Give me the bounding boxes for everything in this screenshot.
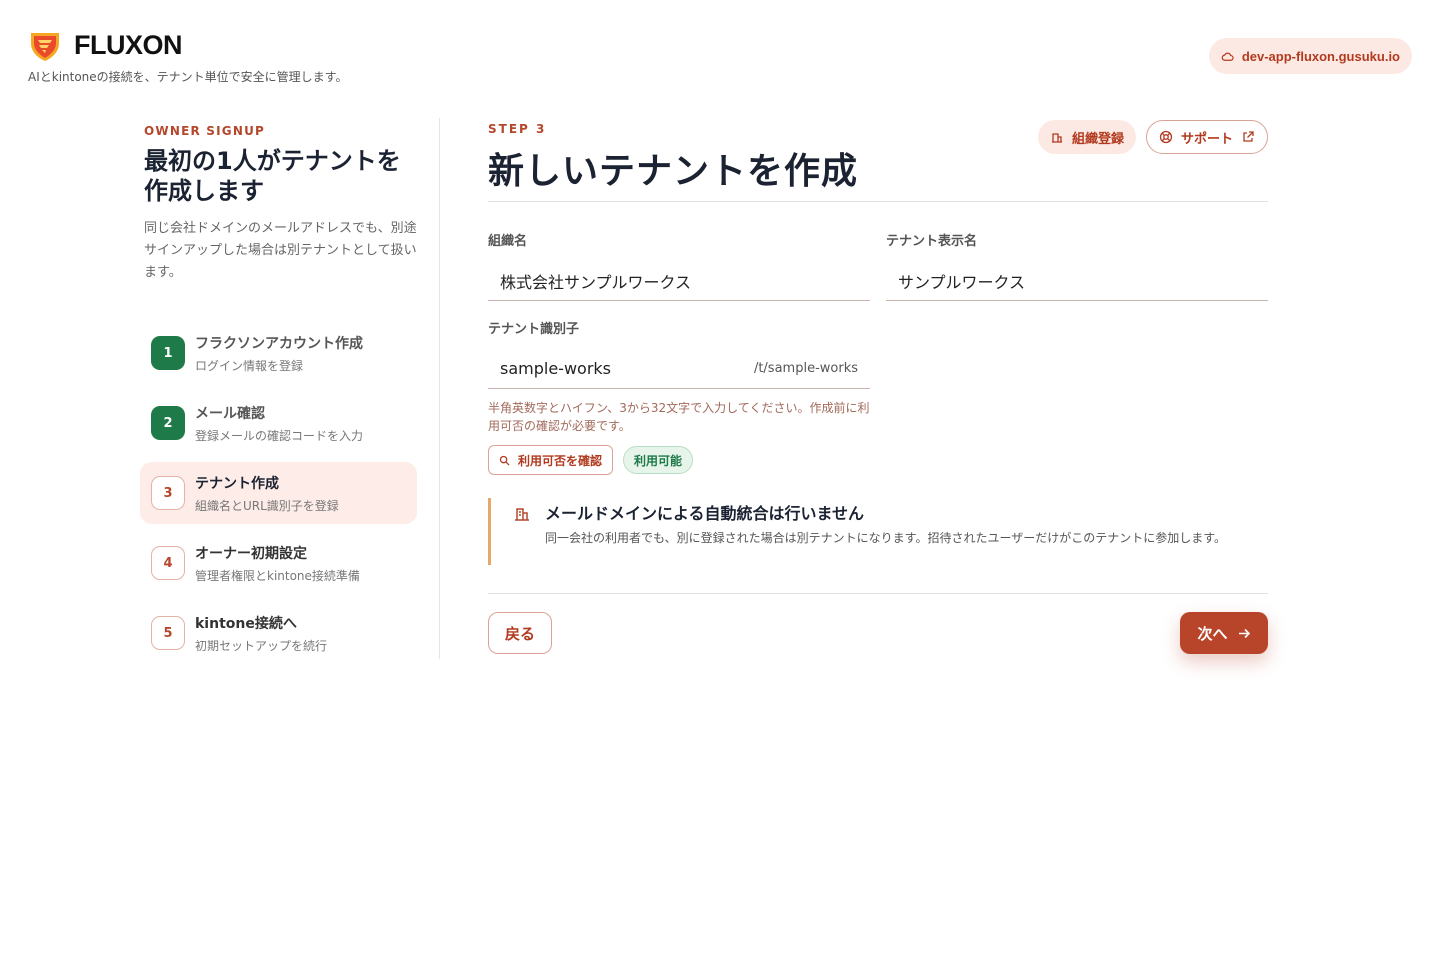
step-subtitle: 管理者権限とkintone接続準備 — [195, 568, 360, 583]
brand-wordmark: FLUXON — [74, 29, 183, 60]
org-register-button[interactable]: 組織登録 — [1037, 120, 1136, 154]
search-icon — [499, 455, 510, 466]
step-title: フラクソンアカウント作成 — [195, 335, 363, 352]
check-availability-label: 利用可否を確認 — [518, 453, 603, 468]
external-link-icon — [1243, 131, 1254, 142]
next-button[interactable]: 次へ — [1180, 612, 1268, 654]
sidebar-eyebrow: OWNER SIGNUP — [144, 124, 266, 138]
step-number: 1 — [151, 336, 185, 370]
org-name-value: 株式会社サンプルワークス — [500, 272, 692, 292]
tenant-id-label: テナント識別子 — [488, 322, 580, 337]
display-name-input[interactable]: サンプルワークス — [886, 261, 1268, 301]
fluxon-logo-icon — [31, 33, 59, 61]
step-number: 2 — [151, 406, 185, 440]
back-button[interactable]: 戻る — [488, 612, 552, 654]
display-name-label: テナント表示名 — [886, 234, 978, 249]
environment-host-pill[interactable]: dev-app-fluxon.gusuku.io — [1208, 38, 1412, 74]
header-divider — [488, 201, 1268, 202]
header-actions: 組織登録 サポート — [1037, 120, 1268, 154]
environment-host-label: dev-app-fluxon.gusuku.io — [1241, 48, 1400, 64]
sidebar-heading-line2: 作成します — [144, 177, 264, 205]
tenant-form-panel: STEP 3 新しいテナントを作成 組織登録 サポート 組織名 株式会社サンプル… — [488, 118, 1268, 654]
support-label: サポート — [1180, 131, 1233, 147]
org-name-field: 組織名 株式会社サンプルワークス — [488, 230, 870, 301]
support-button[interactable]: サポート — [1145, 120, 1268, 154]
domain-merge-notice: メールドメインによる自動統合は行いません 同一会社の利用者でも、別に登録された場… — [488, 498, 1268, 565]
availability-row: 利用可否を確認 利用可能 — [488, 445, 870, 475]
notice-title: メールドメインによる自動統合は行いません — [545, 504, 865, 523]
step-subtitle: 登録メールの確認コードを入力 — [195, 428, 364, 443]
tenant-id-field: テナント識別子 sample-works /t/sample-works 半角英… — [488, 318, 870, 475]
sidebar-heading: 最初の1人がテナントを 作成します — [144, 146, 418, 206]
step-title: kintone接続へ — [195, 615, 297, 632]
step-number: 3 — [151, 476, 185, 510]
org-name-input[interactable]: 株式会社サンプルワークス — [488, 261, 870, 301]
signup-sidebar: OWNER SIGNUP 最初の1人がテナントを 作成します 同じ会社ドメインの… — [140, 124, 418, 653]
availability-status-badge: 利用可能 — [623, 446, 694, 474]
brand: FLUXON AIとkintoneの接続を、テナント単位で安全に管理します。 — [28, 28, 347, 85]
sidebar-description: 同じ会社ドメインのメールアドレスでも、別途サインアップした場合は別テナントとして… — [144, 221, 417, 280]
display-name-value: サンプルワークス — [898, 272, 1026, 292]
check-availability-button[interactable]: 利用可否を確認 — [488, 445, 614, 475]
notice-body: 同一会社の利用者でも、別に登録された場合は別テナントになります。招待されたユーザ… — [545, 531, 1227, 545]
tenant-url-suffix: /t/sample-works — [753, 361, 858, 376]
org-register-label: 組織登録 — [1071, 131, 1124, 147]
cloud-icon — [1221, 52, 1234, 61]
step-number: 4 — [151, 546, 185, 580]
step-title: メール確認 — [195, 405, 265, 422]
tenant-id-input[interactable]: sample-works /t/sample-works — [488, 349, 870, 389]
step-subtitle: 初期セットアップを続行 — [195, 638, 328, 653]
next-label: 次へ — [1197, 624, 1228, 643]
step-title: テナント作成 — [195, 475, 279, 492]
step-item[interactable]: 5 kintone接続へ 初期セットアップを続行 — [140, 602, 417, 664]
sidebar-heading-line1: 最初の1人がテナントを — [144, 147, 401, 175]
footer-divider — [488, 593, 1268, 594]
signup-steps: 1 フラクソンアカウント作成 ログイン情報を登録 2 メール確認 登録メールの確… — [140, 322, 417, 672]
building-icon — [515, 508, 529, 521]
arrow-right-icon — [1238, 628, 1250, 638]
step-item[interactable]: 2 メール確認 登録メールの確認コードを入力 — [140, 392, 417, 454]
brand-tagline: AIとkintoneの接続を、テナント単位で安全に管理します。 — [28, 70, 348, 84]
step-number: 5 — [151, 616, 185, 650]
step-subtitle: ログイン情報を登録 — [195, 358, 304, 373]
lifebuoy-icon — [1159, 130, 1173, 144]
step-item-active[interactable]: 3 テナント作成 組織名とURL識別子を登録 — [140, 462, 417, 524]
tenant-id-value: sample-works — [500, 359, 611, 378]
step-subtitle: 組織名とURL識別子を登録 — [195, 498, 339, 513]
building-icon — [1051, 133, 1062, 143]
org-name-label: 組織名 — [488, 234, 528, 249]
display-name-field: テナント表示名 サンプルワークス — [886, 230, 1268, 301]
tenant-id-hint: 半角英数字とハイフン、3から32文字で入力してください。作成前に利用可否の確認が… — [488, 401, 870, 433]
step-item[interactable]: 1 フラクソンアカウント作成 ログイン情報を登録 — [140, 322, 417, 384]
step-title: オーナー初期設定 — [195, 545, 307, 562]
column-divider — [439, 118, 440, 659]
step-item[interactable]: 4 オーナー初期設定 管理者権限とkintone接続準備 — [140, 532, 417, 594]
